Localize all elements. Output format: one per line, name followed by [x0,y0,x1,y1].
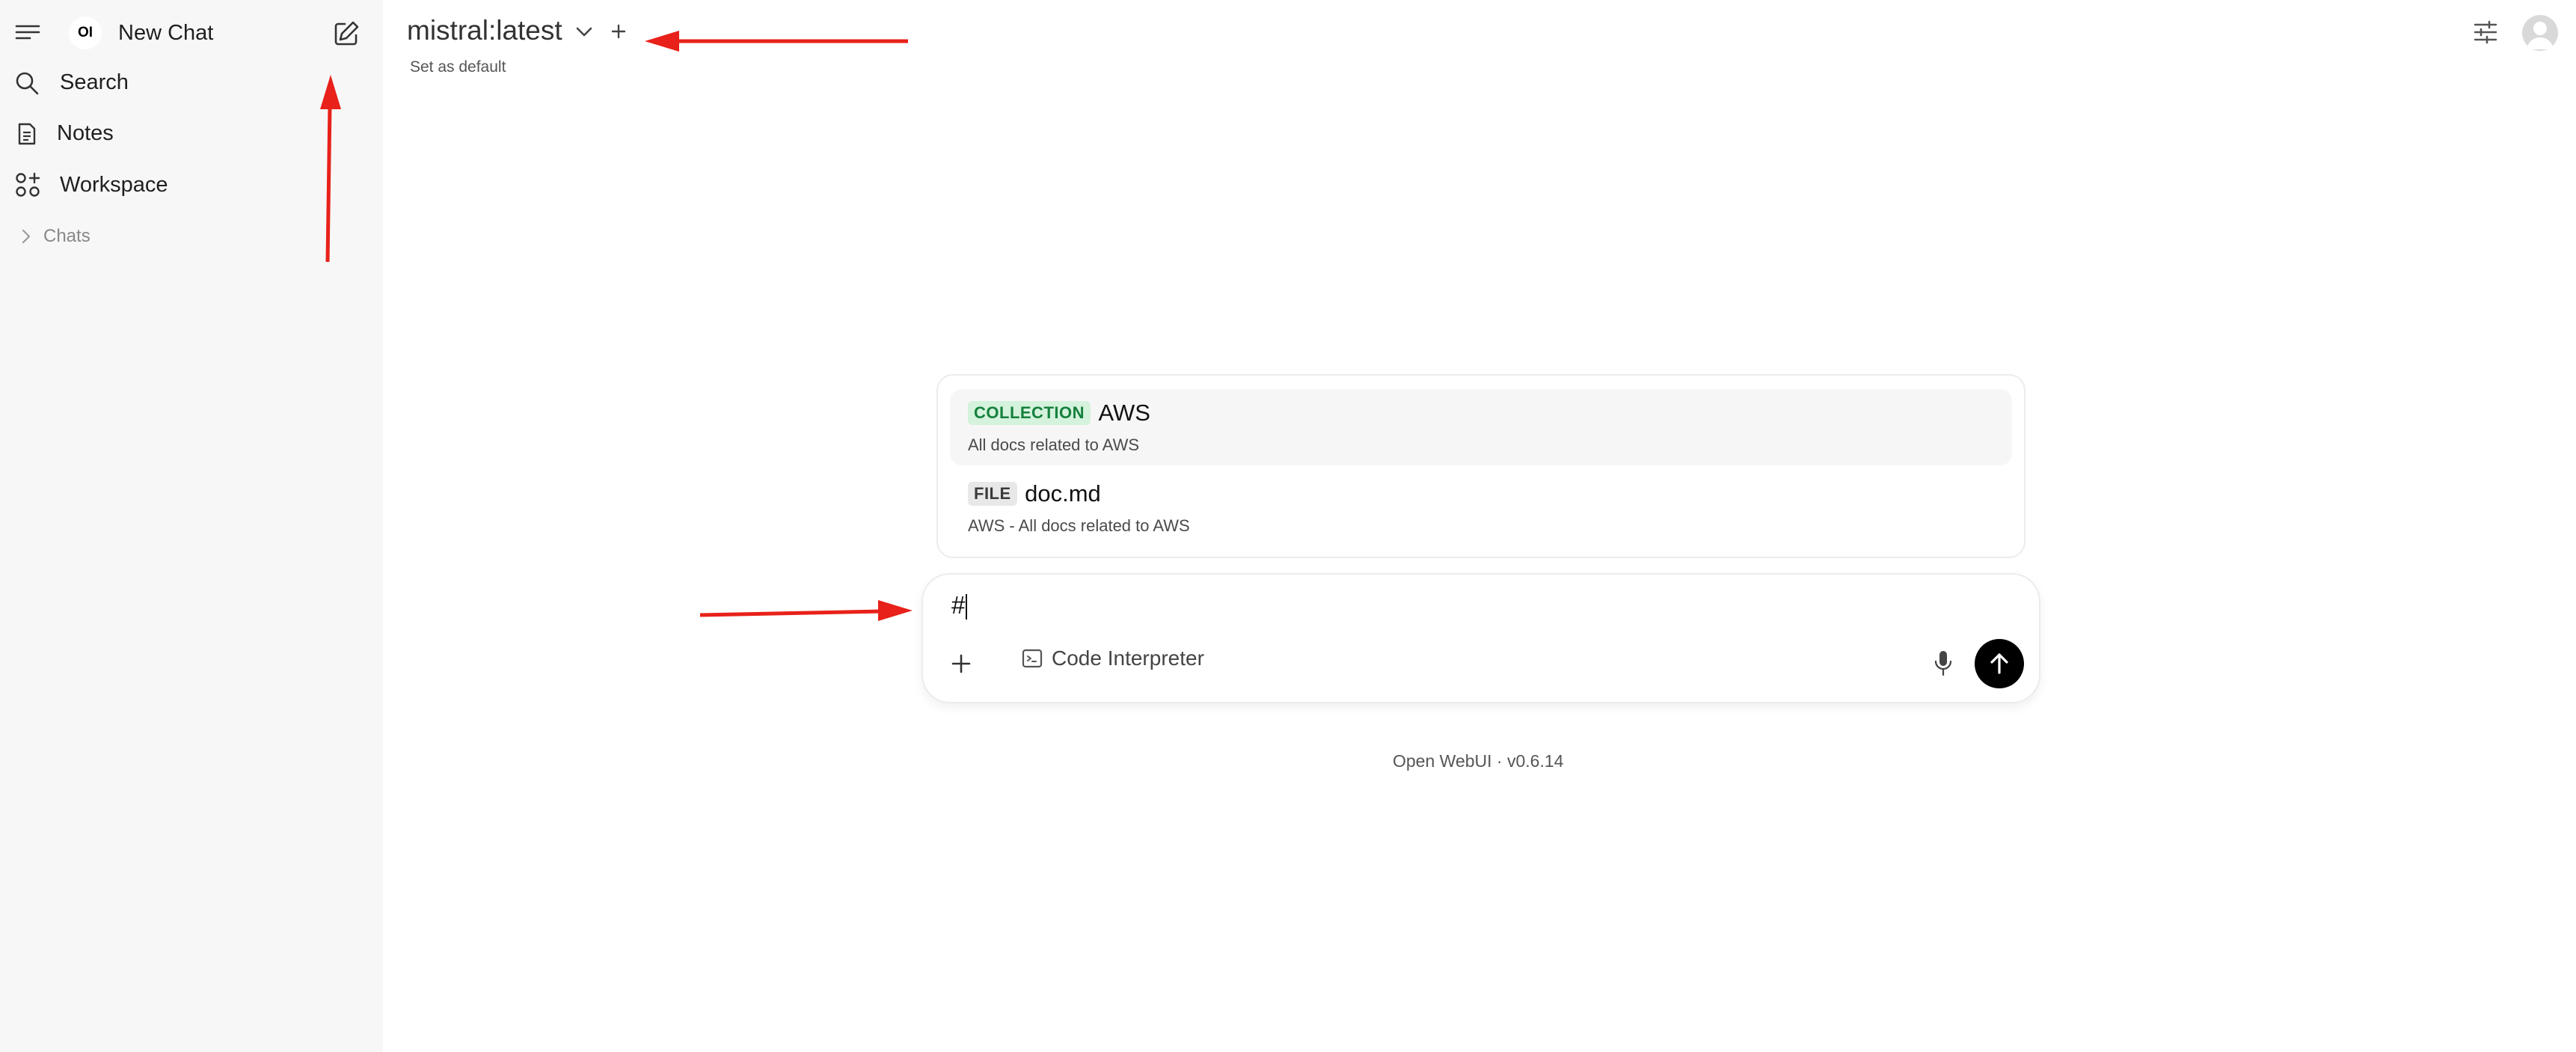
set-default-button[interactable]: Set as default [410,58,506,76]
send-button[interactable] [1975,639,2024,688]
knowledge-item-collection[interactable]: COLLECTION AWS All docs related to AWS [950,389,2012,465]
item-description: AWS - All docs related to AWS [968,516,1190,535]
chats-section-label: Chats [43,226,91,246]
chats-section-toggle[interactable]: Chats [19,226,91,247]
item-name: AWS [1098,400,1150,426]
microphone-button[interactable] [1933,649,1954,678]
sidebar-item-search[interactable]: Search [15,70,129,95]
notes-icon [18,123,36,144]
settings-sliders-icon[interactable] [2473,19,2498,45]
sidebar-item-label: Notes [57,121,114,145]
sidebar-item-workspace[interactable]: Workspace [15,172,168,198]
collection-tag: COLLECTION [968,401,1091,425]
knowledge-suggestions-popup: COLLECTION AWS All docs related to AWS F… [936,374,2025,558]
user-avatar[interactable] [2522,15,2558,51]
app-logo: OI [69,16,102,49]
message-input[interactable]: # [951,591,968,620]
user-avatar-icon [2527,22,2554,49]
knowledge-item-file[interactable]: FILE doc.md AWS - All docs related to AW… [950,470,2012,546]
new-chat-label: New Chat [118,20,214,45]
model-name: mistral:latest [407,15,562,46]
compose-icon [334,21,359,46]
sidebar-toggle-button[interactable] [15,21,40,43]
version-footer: Open WebUI · v0.6.14 [1393,751,1564,771]
sidebar-item-label: Search [60,70,129,94]
chevron-down-icon[interactable] [574,24,594,40]
item-description: All docs related to AWS [968,435,1140,454]
text-caret [966,594,968,620]
message-input-value: # [951,591,966,619]
add-model-button[interactable] [610,22,628,40]
sidebar: OI New Chat Search Notes Workspace Chats [0,0,383,1052]
code-interpreter-button[interactable]: Code Interpreter [1022,646,1204,670]
workspace-icon [16,172,40,197]
new-chat-button[interactable] [332,19,361,48]
file-tag: FILE [968,482,1017,506]
annotation-arrow-input [699,600,913,621]
code-interpreter-label: Code Interpreter [1052,646,1204,670]
search-icon [16,72,39,94]
annotation-arrow-model [645,31,908,52]
app-logo-text: OI [77,25,93,40]
model-selector[interactable]: mistral:latest [407,15,562,46]
message-composer: # Code Interpreter [921,573,2040,703]
chevron-right-icon [22,229,31,244]
sidebar-item-notes[interactable]: Notes [16,121,114,146]
attach-plus-button[interactable] [950,652,972,675]
arrow-up-icon [1990,653,2008,674]
sidebar-item-label: Workspace [60,172,168,197]
terminal-icon [1022,649,1043,668]
item-name: doc.md [1025,480,1101,507]
new-chat-link[interactable]: OI New Chat [69,16,213,49]
menu-icon [15,25,40,40]
